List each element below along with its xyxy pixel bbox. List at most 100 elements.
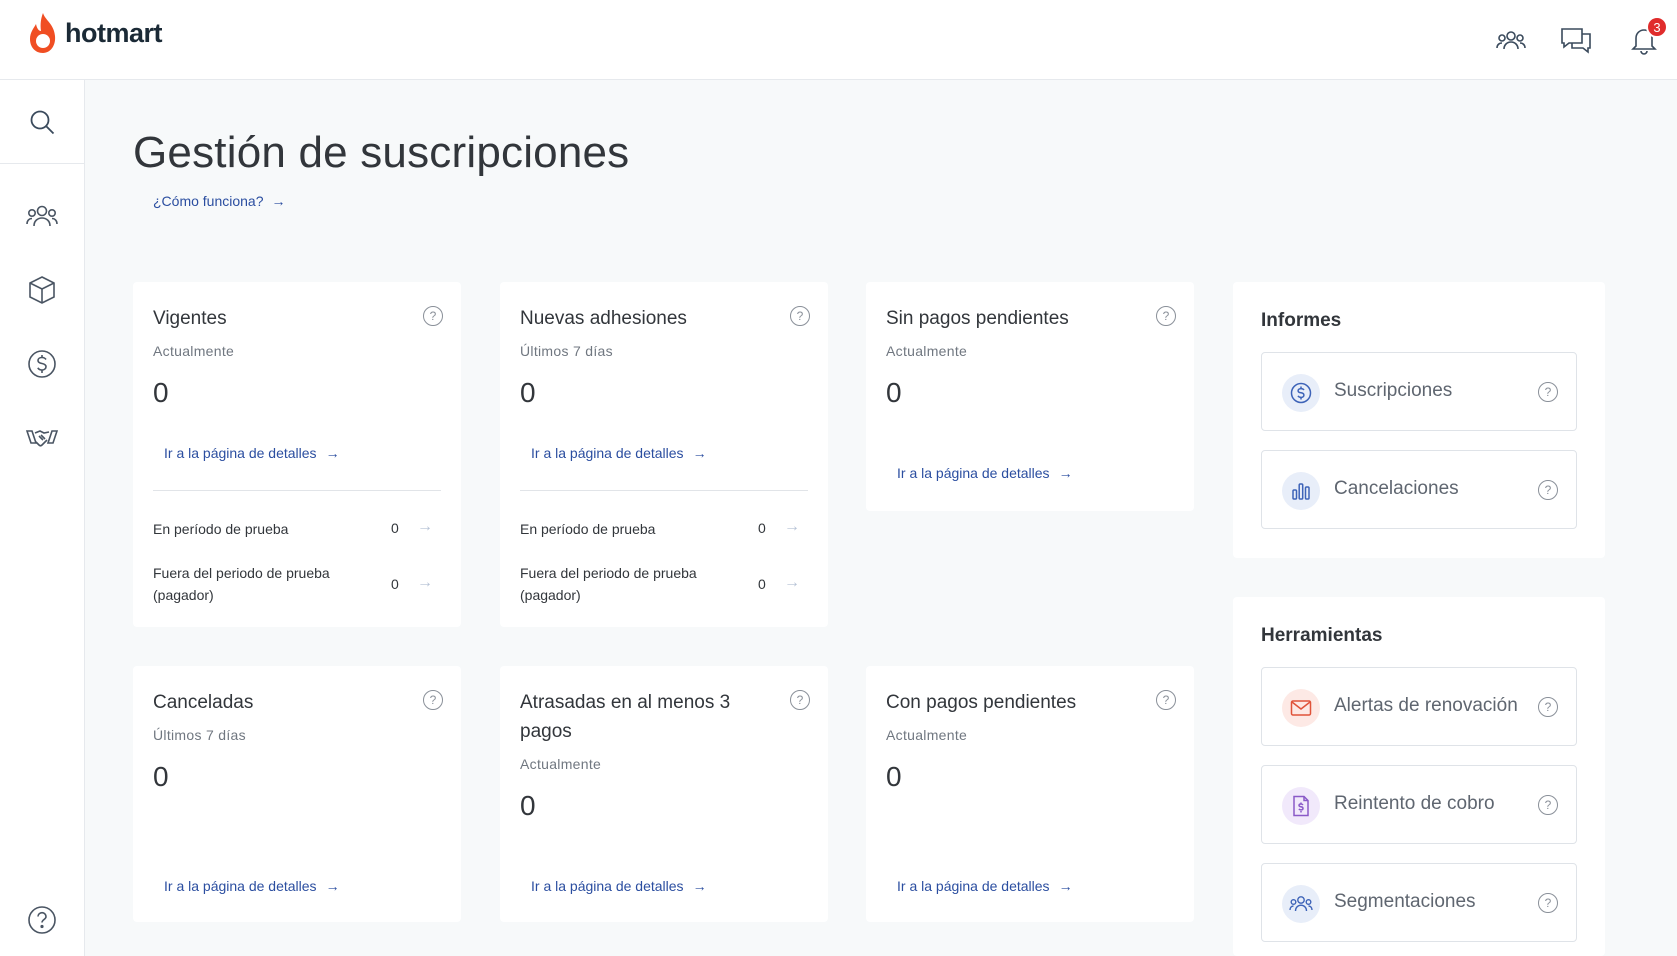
bar-chart-icon <box>1282 472 1320 510</box>
details-link[interactable]: Ir a la página de detalles → <box>164 445 340 461</box>
card-subtitle: Actualmente <box>886 727 968 743</box>
details-link-label: Ir a la página de detalles <box>531 445 684 461</box>
details-link[interactable]: Ir a la página de detalles → <box>531 878 707 894</box>
card-title: Canceladas <box>153 692 254 713</box>
box-icon <box>29 276 55 304</box>
arrow-right-icon: → <box>325 878 340 894</box>
help-icon[interactable]: ? <box>1538 480 1558 500</box>
details-link-label: Ir a la página de detalles <box>897 465 1050 481</box>
arrow-right-icon: → <box>1058 878 1073 894</box>
divider <box>520 490 808 491</box>
details-link[interactable]: Ir a la página de detalles → <box>897 465 1073 481</box>
help-icon[interactable]: ? <box>1538 382 1558 402</box>
arrow-right-icon[interactable]: → <box>784 518 800 536</box>
card-title: Atrasadas en al menos 3 pagos <box>520 692 731 742</box>
arrow-right-icon: → <box>325 445 340 461</box>
card-vigentes: Vigentes ? Actualmente 0 Ir a la página … <box>133 282 461 627</box>
help-icon[interactable]: ? <box>423 306 443 326</box>
card-canceladas: Canceladas ? Últimos 7 días 0 Ir a la pá… <box>133 666 461 922</box>
arrow-right-icon: → <box>271 193 286 209</box>
page-title: Gestión de suscripciones <box>133 128 630 177</box>
details-link-label: Ir a la página de detalles <box>531 878 684 894</box>
card-subtitle: Últimos 7 días <box>153 727 246 743</box>
card-value: 0 <box>886 377 902 408</box>
arrow-right-icon[interactable]: → <box>417 518 433 536</box>
dollar-circle-icon <box>1282 374 1320 412</box>
invoice-icon <box>1282 787 1320 825</box>
people-icon <box>1496 31 1526 50</box>
community-button[interactable] <box>1493 22 1529 58</box>
reports-title: Informes <box>1261 310 1342 331</box>
card-value: 0 <box>886 761 902 792</box>
sidebar-item-affiliates[interactable] <box>0 412 84 464</box>
row-label: Fuera del periodo de prueba (pagador) <box>153 565 330 603</box>
arrow-right-icon: → <box>692 445 707 461</box>
search-icon <box>30 110 55 134</box>
reports-panel: Informes Suscripciones ? Cancelaciones ? <box>1233 282 1605 558</box>
notifications-button[interactable]: 3 <box>1626 16 1668 58</box>
help-icon[interactable]: ? <box>1538 795 1558 815</box>
row-value: 0 <box>758 576 766 592</box>
flame-icon <box>30 13 56 53</box>
how-it-works-link[interactable]: ¿Cómo funciona? → <box>153 193 286 209</box>
sidebar-help-button[interactable] <box>0 894 84 946</box>
tool-reintento-cobro[interactable]: Reintento de cobro ? <box>1261 765 1577 844</box>
card-subtitle: Actualmente <box>153 343 235 359</box>
card-value: 0 <box>153 377 169 408</box>
arrow-right-icon: → <box>692 878 707 894</box>
help-icon[interactable]: ? <box>1156 690 1176 710</box>
people-icon <box>26 205 58 227</box>
card-title: Nuevas adhesiones <box>520 308 687 329</box>
arrow-right-icon[interactable]: → <box>784 574 800 592</box>
how-it-works-label: ¿Cómo funciona? <box>153 193 264 209</box>
help-icon[interactable]: ? <box>423 690 443 710</box>
handshake-icon <box>26 430 58 447</box>
divider <box>153 490 441 491</box>
report-cancelaciones[interactable]: Cancelaciones ? <box>1261 450 1577 529</box>
envelope-icon <box>1282 689 1320 727</box>
sidebar-item-sales[interactable] <box>0 338 84 390</box>
card-sin-pagos-pendientes: Sin pagos pendientes ? Actualmente 0 Ir … <box>866 282 1194 511</box>
card-atrasadas: Atrasadas en al menos 3 pagos ? Actualme… <box>500 666 828 922</box>
dollar-icon <box>28 350 56 378</box>
card-value: 0 <box>520 790 536 821</box>
tool-label: Segmentaciones <box>1334 891 1476 912</box>
help-icon[interactable]: ? <box>1156 306 1176 326</box>
notification-badge: 3 <box>1646 16 1668 38</box>
report-suscripciones[interactable]: Suscripciones ? <box>1261 352 1577 431</box>
hotmart-logo[interactable]: hotmart <box>27 12 163 54</box>
sidebar-item-people[interactable] <box>0 190 84 242</box>
details-link-label: Ir a la página de detalles <box>164 445 317 461</box>
help-icon[interactable]: ? <box>790 690 810 710</box>
arrow-right-icon: → <box>1058 465 1073 481</box>
tool-segmentaciones[interactable]: Segmentaciones ? <box>1261 863 1577 942</box>
help-icon[interactable]: ? <box>790 306 810 326</box>
card-value: 0 <box>520 377 536 408</box>
sidebar <box>0 80 85 956</box>
tool-label: Reintento de cobro <box>1334 793 1495 814</box>
people-icon <box>1282 885 1320 923</box>
tool-alertas-renovacion[interactable]: Alertas de renovación ? <box>1261 667 1577 746</box>
card-title: Con pagos pendientes <box>886 692 1077 713</box>
details-link[interactable]: Ir a la página de detalles → <box>164 878 340 894</box>
tools-title: Herramientas <box>1261 625 1383 646</box>
logo-text: hotmart <box>65 17 163 48</box>
details-link-label: Ir a la página de detalles <box>897 878 1050 894</box>
row-value: 0 <box>391 576 399 592</box>
card-title: Vigentes <box>153 308 227 329</box>
sidebar-item-products[interactable] <box>0 264 84 316</box>
card-title: Sin pagos pendientes <box>886 308 1069 329</box>
details-link[interactable]: Ir a la página de detalles → <box>531 445 707 461</box>
card-value: 0 <box>153 761 169 792</box>
help-icon[interactable]: ? <box>1538 697 1558 717</box>
chat-button[interactable] <box>1558 22 1594 58</box>
card-nuevas-adhesiones: Nuevas adhesiones ? Últimos 7 días 0 Ir … <box>500 282 828 627</box>
row-value: 0 <box>758 520 766 536</box>
details-link[interactable]: Ir a la página de detalles → <box>897 878 1073 894</box>
card-con-pagos-pendientes: Con pagos pendientes ? Actualmente 0 Ir … <box>866 666 1194 922</box>
help-icon[interactable]: ? <box>1538 893 1558 913</box>
sidebar-search-button[interactable] <box>0 80 84 164</box>
arrow-right-icon[interactable]: → <box>417 574 433 592</box>
card-subtitle: Actualmente <box>520 756 602 772</box>
card-subtitle: Actualmente <box>886 343 968 359</box>
